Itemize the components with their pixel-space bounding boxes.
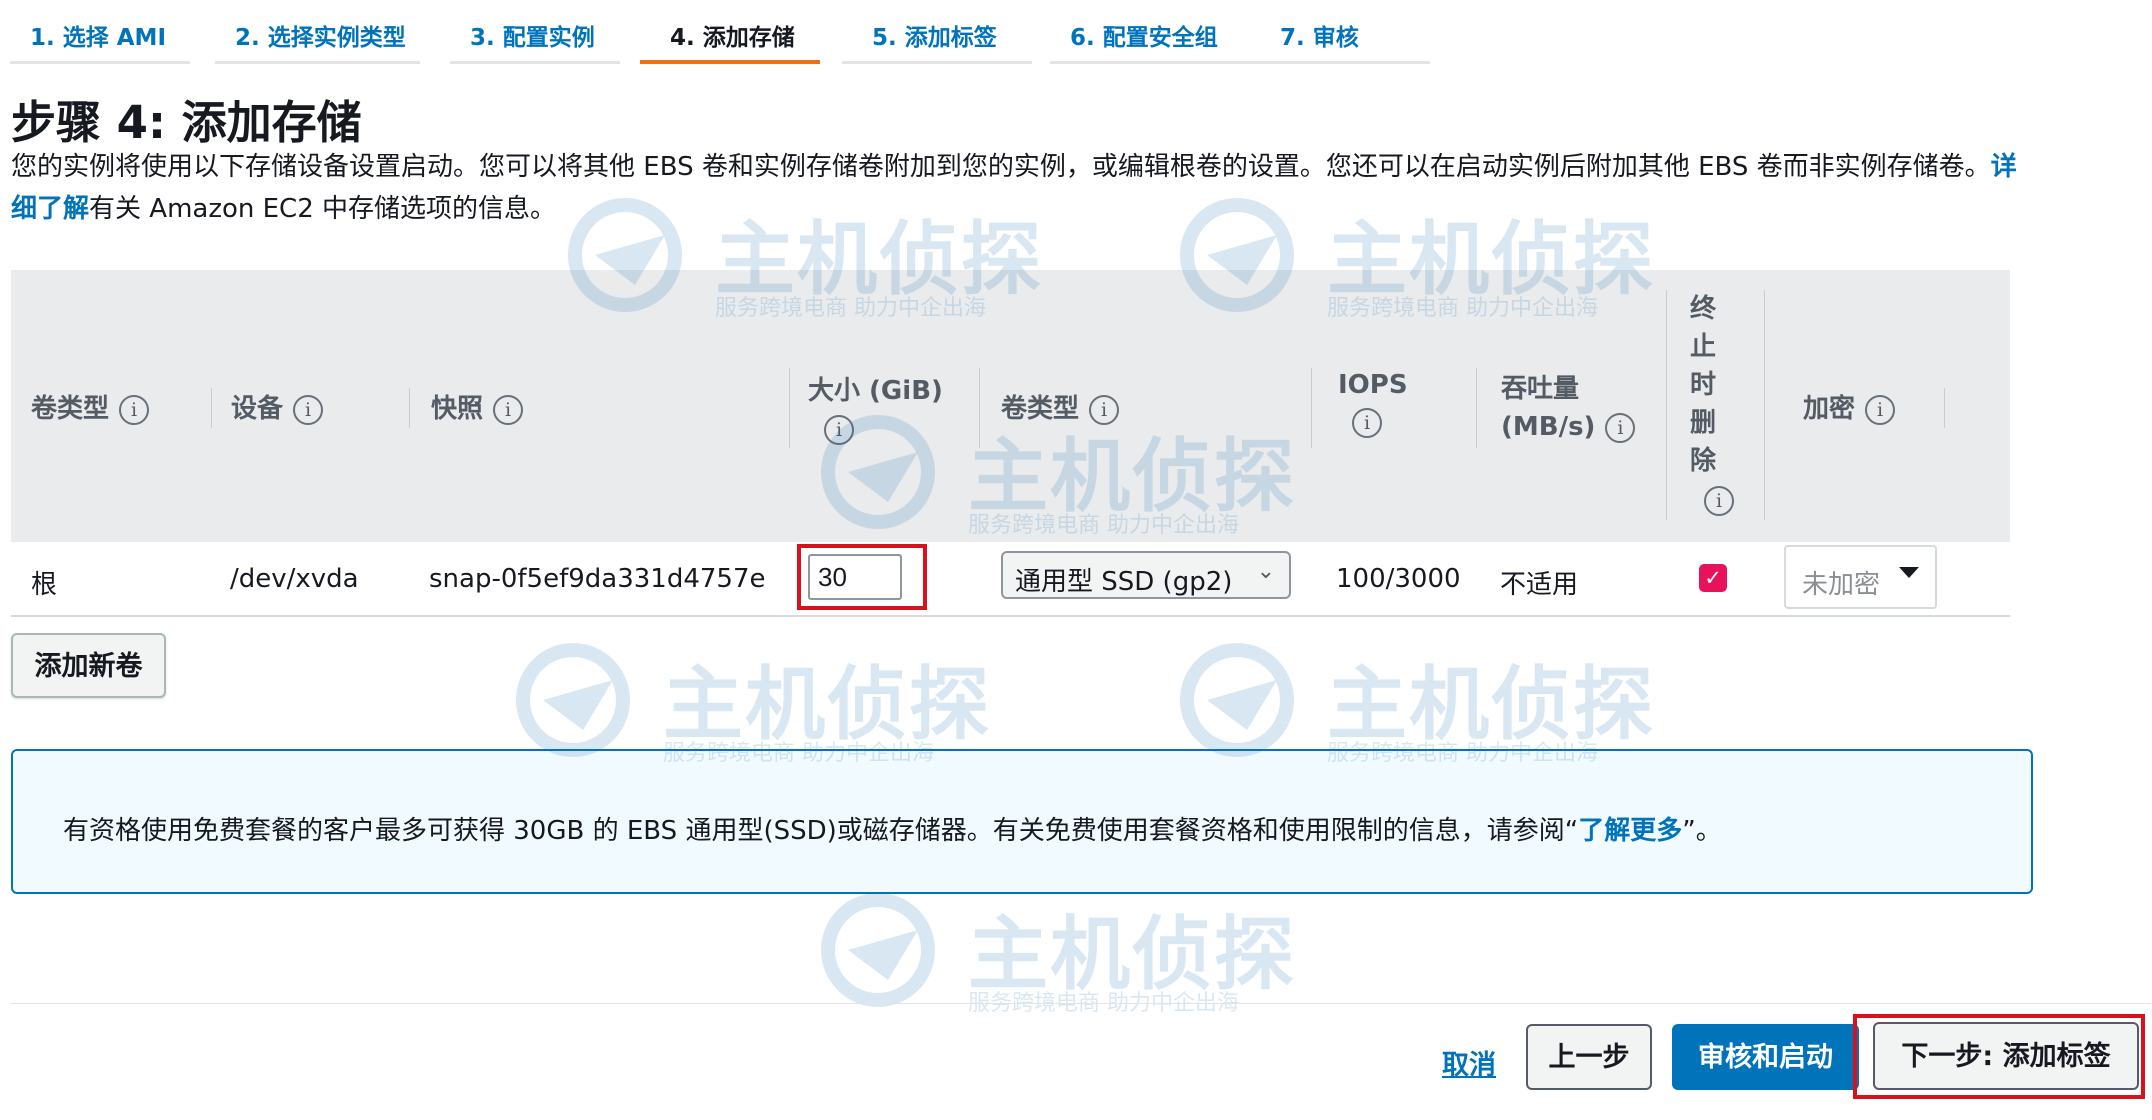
step-label: 6. 配置安全组	[1070, 25, 1218, 51]
header-label: 止	[1690, 332, 1717, 362]
header-throughput: 吞吐量 (MB/s) i	[1501, 370, 1636, 446]
column-divider	[1666, 290, 1667, 520]
header-label: 吞吐量	[1501, 374, 1580, 404]
column-divider	[1944, 388, 1945, 428]
alert-tail: ”。	[1682, 816, 1722, 846]
volume-type-select[interactable]: 通用型 SSD (gp2) ⌄	[1001, 551, 1291, 599]
column-divider	[1764, 290, 1765, 520]
footer-divider	[11, 1003, 2151, 1004]
header-iops: IOPS i	[1338, 370, 1408, 438]
header-snapshot: 快照 i	[431, 388, 524, 425]
step-label: 2. 选择实例类型	[235, 25, 406, 51]
info-icon[interactable]: i	[1704, 485, 1734, 516]
header-delete-on-termination: 终 止 时 删 除 i	[1690, 290, 1734, 518]
step-label: 1. 选择 AMI	[30, 25, 167, 51]
add-new-volume-button[interactable]: 添加新卷	[11, 633, 166, 698]
learn-more-link[interactable]: 了解更多	[1578, 816, 1682, 846]
header-volume-kind: 卷类型 i	[1001, 388, 1120, 425]
header-label: 加密	[1803, 394, 1856, 424]
watermark-logo-icon	[821, 893, 935, 1007]
wizard-steps: 1. 选择 AMI 2. 选择实例类型 3. 配置实例 4. 添加存储 5. 添…	[10, 0, 1430, 64]
info-icon[interactable]: i	[1089, 394, 1120, 425]
header-size: 大小 (GiB) i	[808, 370, 943, 445]
highlight-box	[797, 544, 927, 610]
delete-on-termination-checkbox[interactable]: ✓	[1699, 564, 1727, 592]
free-tier-info-box: 有资格使用免费套餐的客户最多可获得 30GB 的 EBS 通用型(SSD)或磁存…	[11, 749, 2033, 894]
review-and-launch-button[interactable]: 审核和启动	[1672, 1024, 1859, 1090]
chevron-down-icon: ⌄	[1256, 559, 1275, 584]
step-label: 7. 审核	[1280, 25, 1359, 51]
header-label: 快照	[431, 394, 484, 424]
step-choose-instance-type[interactable]: 2. 选择实例类型	[215, 0, 420, 64]
header-label: 时	[1690, 370, 1717, 400]
alert-text: 有资格使用免费套餐的客户最多可获得 30GB 的 EBS 通用型(SSD)或磁存…	[63, 816, 1579, 846]
description-text: 您的实例将使用以下存储设备设置启动。您可以将其他 EBS 卷和实例存储卷附加到您…	[11, 152, 1991, 182]
header-encryption: 加密 i	[1803, 388, 1896, 425]
info-icon[interactable]: i	[119, 394, 150, 425]
step-label: 5. 添加标签	[872, 25, 997, 51]
description-tail: 有关 Amazon EC2 中存储选项的信息。	[89, 194, 557, 224]
header-label: IOPS	[1338, 370, 1408, 400]
step-review[interactable]: 7. 审核	[1260, 0, 1430, 64]
watermark-text: 主机侦探	[663, 658, 991, 751]
info-icon[interactable]: i	[824, 415, 854, 445]
column-divider	[1476, 368, 1477, 448]
header-volume-type: 卷类型 i	[31, 388, 150, 425]
watermark-text: 主机侦探	[1327, 658, 1655, 751]
step-choose-ami[interactable]: 1. 选择 AMI	[10, 0, 190, 64]
page-description: 您的实例将使用以下存储设备设置启动。您可以将其他 EBS 卷和实例存储卷附加到您…	[11, 146, 2041, 230]
cancel-link[interactable]: 取消	[1442, 1043, 1496, 1082]
header-label: 大小 (GiB)	[808, 376, 943, 406]
header-label: 终	[1690, 294, 1717, 324]
step-label: 4. 添加存储	[670, 25, 795, 51]
watermark: 主机侦探 服务跨境电商 助力中企出海	[808, 890, 1308, 1030]
header-label: 卷类型	[1001, 394, 1080, 424]
encryption-select[interactable]: 未加密	[1784, 545, 1937, 609]
header-label: 卷类型	[31, 394, 110, 424]
storage-table: 卷类型 i 设备 i 快照 i 大小 (GiB) i 卷类型 i IOPS i 吞吐量 (MB…	[11, 270, 2010, 617]
column-divider	[1311, 368, 1312, 448]
header-label: 除	[1690, 446, 1717, 476]
cell-device: /dev/xvda	[230, 564, 359, 594]
watermark-text: 主机侦探	[968, 908, 1296, 1001]
step-add-tags[interactable]: 5. 添加标签	[842, 0, 1032, 64]
previous-button[interactable]: 上一步	[1526, 1024, 1652, 1090]
cell-throughput: 不适用	[1500, 570, 1579, 600]
table-row: 根 /dev/xvda snap-0f5ef9da331d4757e 通用型 S…	[11, 542, 2010, 617]
info-icon[interactable]: i	[1352, 408, 1382, 438]
cell-iops: 100/3000	[1336, 564, 1461, 594]
info-icon[interactable]: i	[293, 394, 324, 425]
next-add-tags-button[interactable]: 下一步: 添加标签	[1873, 1022, 2139, 1090]
encryption-value: 未加密	[1802, 570, 1881, 600]
header-label: 删	[1690, 408, 1717, 438]
header-label: 设备	[231, 394, 284, 424]
column-divider	[789, 368, 790, 448]
column-divider	[979, 368, 980, 448]
volume-type-value: 通用型 SSD (gp2)	[1015, 567, 1233, 597]
page-title: 步骤 4: 添加存储	[11, 96, 362, 149]
info-icon[interactable]: i	[493, 394, 524, 425]
step-configure-security-group[interactable]: 6. 配置安全组	[1050, 0, 1260, 64]
cell-snapshot: snap-0f5ef9da331d4757e	[429, 564, 766, 594]
table-header: 卷类型 i 设备 i 快照 i 大小 (GiB) i 卷类型 i IOPS i 吞吐量 (MB…	[11, 270, 2010, 542]
column-divider	[211, 388, 212, 428]
step-add-storage[interactable]: 4. 添加存储	[640, 0, 820, 64]
watermark-subtext: 服务跨境电商 助力中企出海	[968, 991, 1239, 1016]
info-icon[interactable]: i	[1605, 412, 1636, 443]
header-device: 设备 i	[231, 388, 324, 425]
step-configure-instance[interactable]: 3. 配置实例	[450, 0, 620, 64]
column-divider	[409, 388, 410, 428]
caret-down-icon	[1899, 567, 1919, 578]
step-label: 3. 配置实例	[470, 25, 595, 51]
info-icon[interactable]: i	[1865, 394, 1896, 425]
cell-volume-type: 根	[31, 570, 58, 600]
header-label: (MB/s)	[1501, 412, 1596, 442]
